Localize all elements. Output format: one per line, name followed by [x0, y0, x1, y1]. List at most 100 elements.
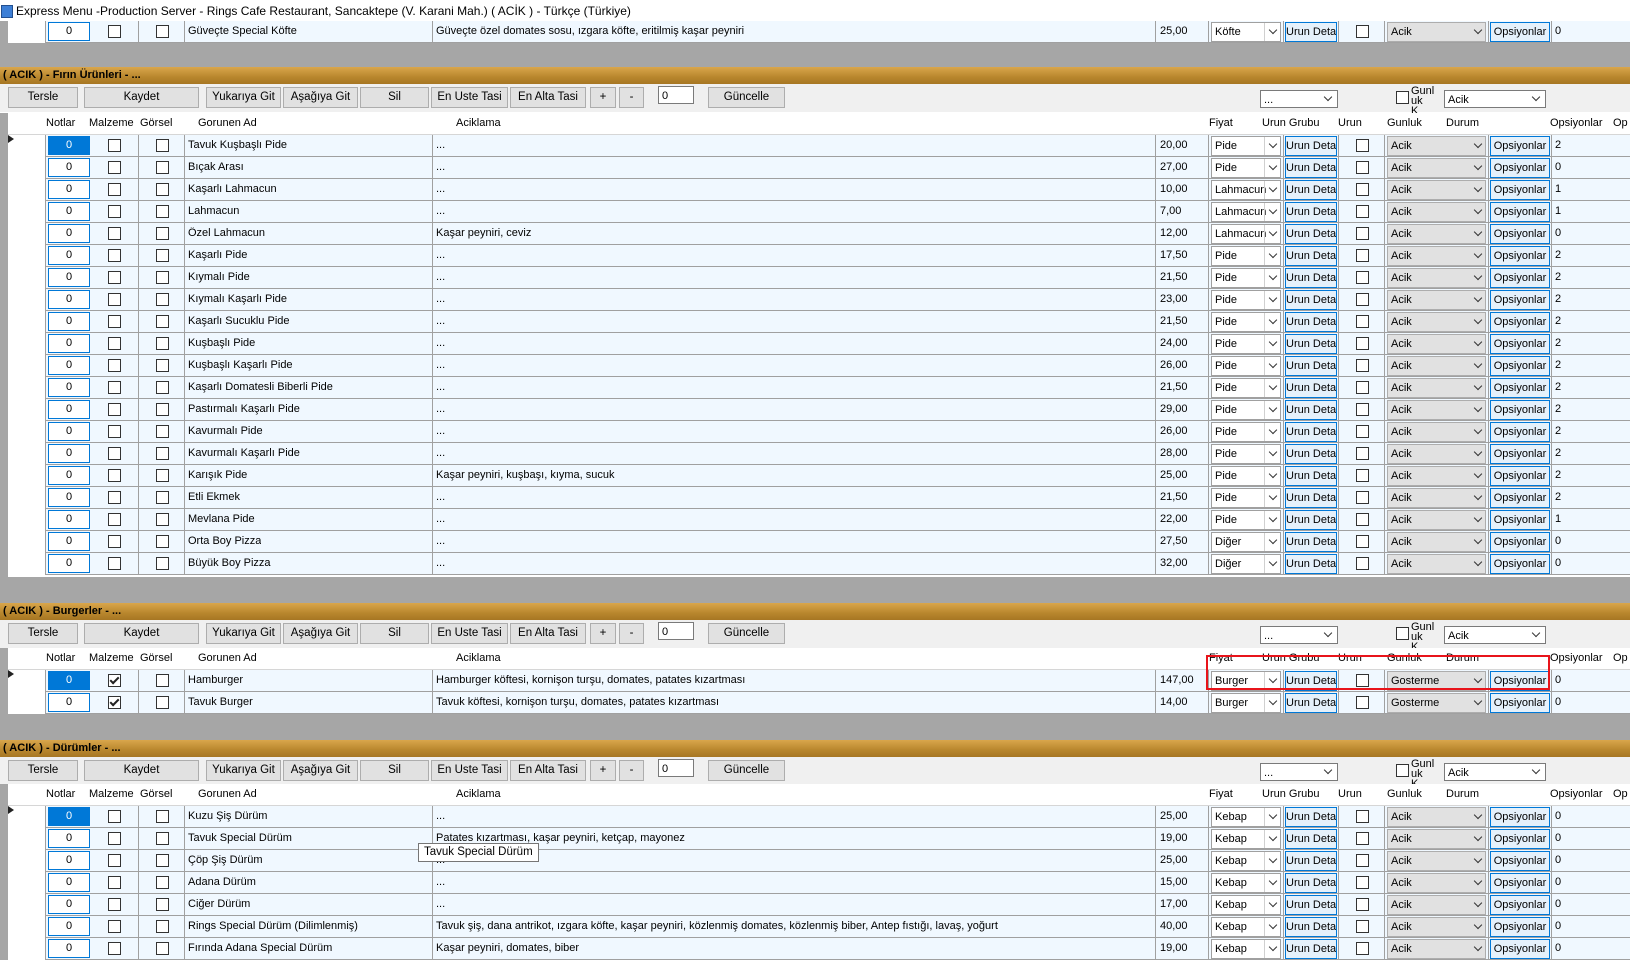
- gorsel-checkbox[interactable]: [156, 205, 169, 218]
- gorsel-checkbox[interactable]: [156, 674, 169, 687]
- item-description[interactable]: Kaşar peyniri, ceviz: [436, 227, 1151, 239]
- item-name[interactable]: Kıymalı Kaşarlı Pide: [188, 293, 287, 305]
- group-filter-select[interactable]: ...: [1260, 626, 1338, 644]
- section-header[interactable]: ( ACIK ) - Fırın Ürünleri - ...: [0, 67, 1630, 84]
- group-select[interactable]: Kebap: [1211, 807, 1281, 827]
- item-description[interactable]: ...: [436, 183, 1151, 195]
- malzeme-checkbox[interactable]: [108, 810, 121, 823]
- product-detail-button[interactable]: Urun Detay: [1285, 939, 1337, 959]
- status-select[interactable]: Gosterme: [1387, 693, 1486, 713]
- status-select[interactable]: Acik: [1387, 895, 1486, 915]
- item-name[interactable]: Bıçak Arası: [188, 161, 244, 173]
- product-detail-button[interactable]: Urun Detay: [1285, 202, 1337, 222]
- notes-field[interactable]: 0: [48, 290, 90, 309]
- item-description[interactable]: ...: [436, 249, 1151, 261]
- group-filter-select[interactable]: ...: [1260, 90, 1338, 108]
- notes-field[interactable]: 0: [48, 224, 90, 243]
- plus-button[interactable]: +: [590, 760, 616, 781]
- column-header-urun[interactable]: Urun: [1338, 788, 1362, 800]
- gorsel-checkbox[interactable]: [156, 513, 169, 526]
- product-detail-button[interactable]: Urun Detay: [1285, 378, 1337, 398]
- group-select[interactable]: Kebap: [1211, 829, 1281, 849]
- notes-field[interactable]: 0: [48, 136, 90, 155]
- item-description[interactable]: ...: [436, 403, 1151, 415]
- section-header[interactable]: ( ACIK ) - Dürümler - ...: [0, 740, 1630, 757]
- daily-checkbox[interactable]: [1356, 359, 1369, 372]
- product-detail-button[interactable]: Urun Detay: [1285, 488, 1337, 508]
- row-selector[interactable]: [8, 21, 46, 43]
- column-header-malzeme[interactable]: Malzeme: [89, 652, 134, 664]
- notes-field[interactable]: 0: [48, 807, 90, 826]
- item-name[interactable]: Tavuk Special Dürüm: [188, 832, 292, 844]
- item-name[interactable]: Kaşarlı Domatesli Biberli Pide: [188, 381, 333, 393]
- column-header-opsiyonlar[interactable]: Opsiyonlar: [1550, 117, 1603, 129]
- row-selector[interactable]: [8, 245, 46, 268]
- item-price[interactable]: 24,00: [1160, 337, 1188, 349]
- column-header-durum[interactable]: Durum: [1446, 788, 1479, 800]
- group-select[interactable]: Pide: [1211, 246, 1281, 266]
- row-selector[interactable]: [8, 692, 46, 714]
- status-select[interactable]: Acik: [1387, 807, 1486, 827]
- column-header-gorsel[interactable]: Görsel: [140, 788, 172, 800]
- notes-field[interactable]: 0: [48, 895, 90, 914]
- gorsel-checkbox[interactable]: [156, 315, 169, 328]
- gorsel-checkbox[interactable]: [156, 447, 169, 460]
- item-price[interactable]: 22,00: [1160, 513, 1188, 525]
- column-header-opsiyonlar[interactable]: Opsiyonlar: [1550, 652, 1603, 664]
- options-button[interactable]: Opsiyonlar: [1490, 378, 1550, 398]
- malzeme-checkbox[interactable]: [108, 469, 121, 482]
- table-row[interactable]: 0 Tavuk Kuşbaşlı Pide... 20,00 Pide Urun Det…: [8, 135, 1630, 158]
- move-to-bottom-button[interactable]: En Alta Tasi: [510, 760, 586, 781]
- group-select[interactable]: Kebap: [1211, 851, 1281, 871]
- group-select[interactable]: Pide: [1211, 136, 1281, 156]
- malzeme-checkbox[interactable]: [108, 513, 121, 526]
- notes-field[interactable]: 0: [48, 378, 90, 397]
- table-row[interactable]: 0 Kuşbaşlı Pide... 24,00 Pide Urun Detay Acik…: [8, 333, 1630, 356]
- product-detail-button[interactable]: Urun Detay: [1285, 224, 1337, 244]
- malzeme-checkbox[interactable]: [108, 403, 121, 416]
- group-select[interactable]: Pide: [1211, 444, 1281, 464]
- item-price[interactable]: 17,50: [1160, 249, 1188, 261]
- item-price[interactable]: 17,00: [1160, 898, 1188, 910]
- order-input[interactable]: 0: [658, 622, 694, 640]
- options-button[interactable]: Opsiyonlar: [1490, 532, 1550, 552]
- delete-button[interactable]: Sil: [360, 623, 429, 644]
- status-filter-select[interactable]: Acik: [1444, 763, 1546, 781]
- product-detail-button[interactable]: Urun Detay: [1285, 444, 1337, 464]
- item-name[interactable]: Adana Dürüm: [188, 876, 256, 888]
- row-selector[interactable]: [8, 465, 46, 488]
- product-detail-button[interactable]: Urun Detay: [1285, 136, 1337, 156]
- options-button[interactable]: Opsiyonlar: [1490, 246, 1550, 266]
- column-header-malzeme[interactable]: Malzeme: [89, 788, 134, 800]
- item-price[interactable]: 25,00: [1160, 469, 1188, 481]
- options-button[interactable]: Opsiyonlar: [1490, 510, 1550, 530]
- item-description[interactable]: ...: [436, 898, 1151, 910]
- notes-field[interactable]: 0: [48, 488, 90, 507]
- daily-checkbox[interactable]: [1356, 25, 1369, 38]
- status-select[interactable]: Acik: [1387, 873, 1486, 893]
- group-select[interactable]: Pide: [1211, 400, 1281, 420]
- notes-field[interactable]: 0: [48, 356, 90, 375]
- item-price[interactable]: 28,00: [1160, 447, 1188, 459]
- item-price[interactable]: 23,00: [1160, 293, 1188, 305]
- product-detail-button[interactable]: Urun Detay: [1285, 356, 1337, 376]
- save-button[interactable]: Kaydet: [84, 623, 199, 644]
- column-header-notes[interactable]: Notlar: [46, 117, 75, 129]
- table-row[interactable]: 0 Etli Ekmek... 21,50 Pide Urun Detay Acik Ops…: [8, 487, 1630, 510]
- table-row[interactable]: 0 Kavurmalı Kaşarlı Pide... 28,00 Pide Urun …: [8, 443, 1630, 466]
- column-header-urun-grubu[interactable]: Urun Grubu: [1262, 117, 1319, 129]
- row-selector[interactable]: [8, 223, 46, 246]
- item-description[interactable]: ...: [436, 535, 1151, 547]
- notes-field[interactable]: 0: [48, 939, 90, 958]
- item-name[interactable]: Karışık Pide: [188, 469, 247, 481]
- daily-checkbox[interactable]: [1356, 696, 1369, 709]
- gorsel-checkbox[interactable]: [156, 920, 169, 933]
- save-button[interactable]: Kaydet: [84, 87, 199, 108]
- row-selector[interactable]: [8, 894, 46, 917]
- options-button[interactable]: Opsiyonlar: [1490, 829, 1550, 849]
- minus-button[interactable]: -: [619, 760, 644, 781]
- group-filter-select[interactable]: ...: [1260, 763, 1338, 781]
- malzeme-checkbox[interactable]: [108, 854, 121, 867]
- update-button[interactable]: Güncelle: [708, 87, 785, 108]
- status-select[interactable]: Acik: [1387, 356, 1486, 376]
